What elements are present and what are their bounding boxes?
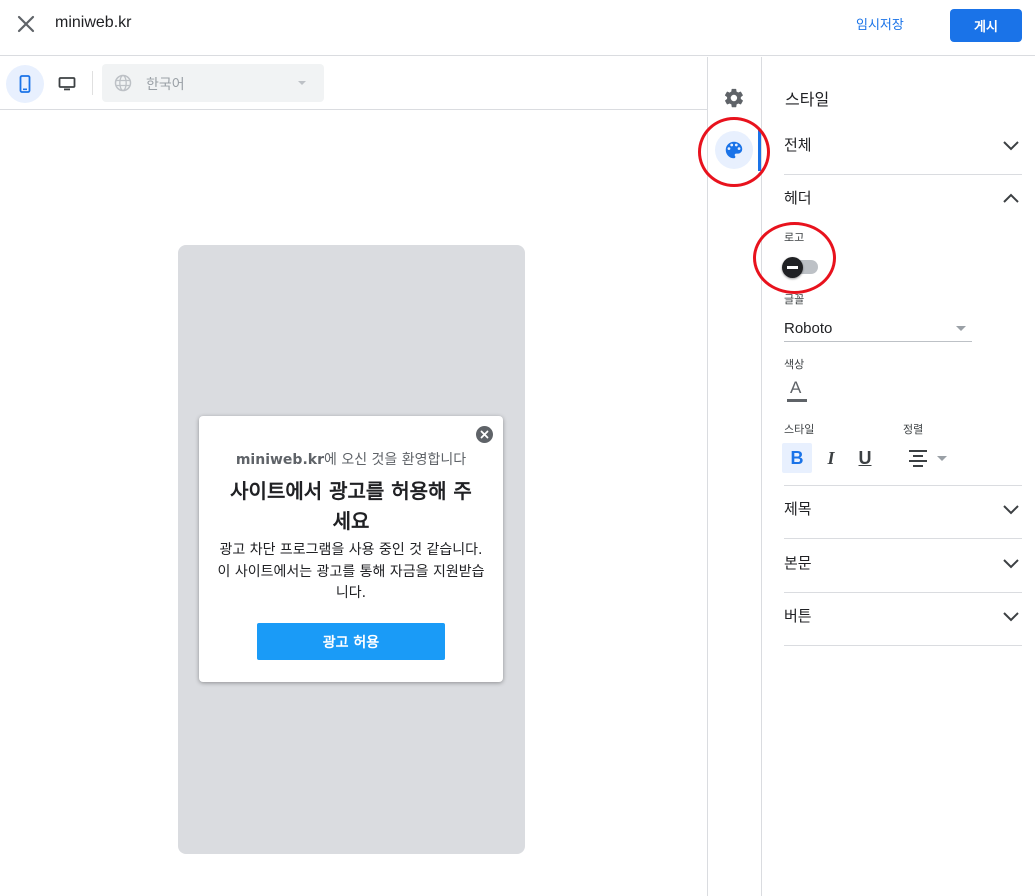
divider	[784, 645, 1022, 646]
section-title[interactable]: 제목	[784, 486, 1022, 539]
chevron-up-icon	[1003, 193, 1019, 203]
section-label: 전체	[784, 136, 812, 154]
toggle-knob[interactable]	[782, 257, 803, 278]
dialog-heading: 사이트에서 광고를 허용해 주세요	[230, 479, 472, 533]
dialog-body: 광고 차단 프로그램을 사용 중인 것 같습니다. 이 사이트에서는 광고를 통…	[217, 542, 485, 601]
toolbar-divider	[92, 71, 93, 95]
divider	[707, 57, 708, 896]
preview-toolbar: 한국어	[0, 57, 707, 110]
ad-allow-dialog: miniweb.kr에 오신 것을 환영합니다 사이트에서 광고를 허용해 주세…	[199, 416, 503, 682]
palette-icon	[725, 141, 743, 159]
close-icon[interactable]	[476, 426, 493, 443]
language-select[interactable]: 한국어	[102, 64, 324, 102]
smartphone-icon	[19, 75, 31, 93]
section-label: 본문	[784, 554, 812, 572]
divider	[784, 538, 1022, 539]
site-title: miniweb.kr	[55, 14, 132, 31]
font-value: Roboto	[784, 320, 833, 337]
section-overall[interactable]: 전체	[784, 122, 1022, 175]
logo-label: 로고	[784, 231, 805, 244]
font-label: 글꼴	[784, 293, 805, 306]
color-label: 색상	[784, 358, 805, 371]
chevron-down-icon	[1003, 559, 1019, 569]
align-label: 정렬	[903, 423, 924, 436]
align-center-icon	[909, 450, 927, 467]
dialog-welcome: miniweb.kr에 오신 것을 환영합니다	[199, 449, 503, 469]
style-button[interactable]	[715, 131, 753, 169]
chevron-down-icon	[1003, 505, 1019, 515]
align-select[interactable]	[905, 445, 955, 473]
language-value: 한국어	[146, 77, 185, 93]
text-color-button[interactable]: A	[785, 378, 809, 404]
chevron-down-icon	[298, 81, 306, 85]
italic-button[interactable]: I	[816, 443, 846, 473]
settings-button[interactable]	[719, 83, 749, 113]
dialog-welcome-text: 에 오신 것을 환영합니다	[323, 452, 467, 468]
allow-ads-button[interactable]: 광고 허용	[257, 623, 445, 660]
active-indicator	[758, 129, 761, 171]
chevron-down-icon	[956, 326, 966, 331]
panel-title: 스타일	[785, 90, 830, 109]
publish-button[interactable]: 게시	[950, 9, 1022, 42]
divider	[761, 57, 762, 896]
globe-icon	[114, 74, 132, 92]
text-color-icon: A	[790, 378, 802, 397]
bold-button[interactable]: B	[782, 443, 812, 473]
desktop-preview-button[interactable]	[50, 65, 84, 103]
section-header[interactable]: 헤더	[784, 175, 1022, 228]
save-draft-button[interactable]: 임시저장	[856, 14, 904, 33]
color-swatch	[787, 399, 807, 402]
chevron-down-icon	[937, 456, 947, 461]
chevron-down-icon	[1003, 141, 1019, 151]
section-button[interactable]: 버튼	[784, 593, 1022, 646]
gear-icon	[724, 88, 743, 108]
top-bar: miniweb.kr 임시저장 게시	[0, 0, 1035, 56]
chevron-down-icon	[1003, 612, 1019, 622]
font-select[interactable]: Roboto	[784, 316, 972, 342]
mobile-preview-button[interactable]	[6, 65, 44, 103]
section-label: 헤더	[784, 189, 812, 207]
desktop-icon	[58, 77, 76, 91]
underline-button[interactable]: U	[850, 443, 880, 473]
section-label: 버튼	[784, 607, 812, 625]
section-label: 제목	[784, 500, 812, 518]
close-icon[interactable]	[12, 10, 40, 38]
style-label: 스타일	[784, 423, 815, 436]
dialog-welcome-site: miniweb.kr	[235, 452, 324, 468]
section-body[interactable]: 본문	[784, 540, 1022, 593]
